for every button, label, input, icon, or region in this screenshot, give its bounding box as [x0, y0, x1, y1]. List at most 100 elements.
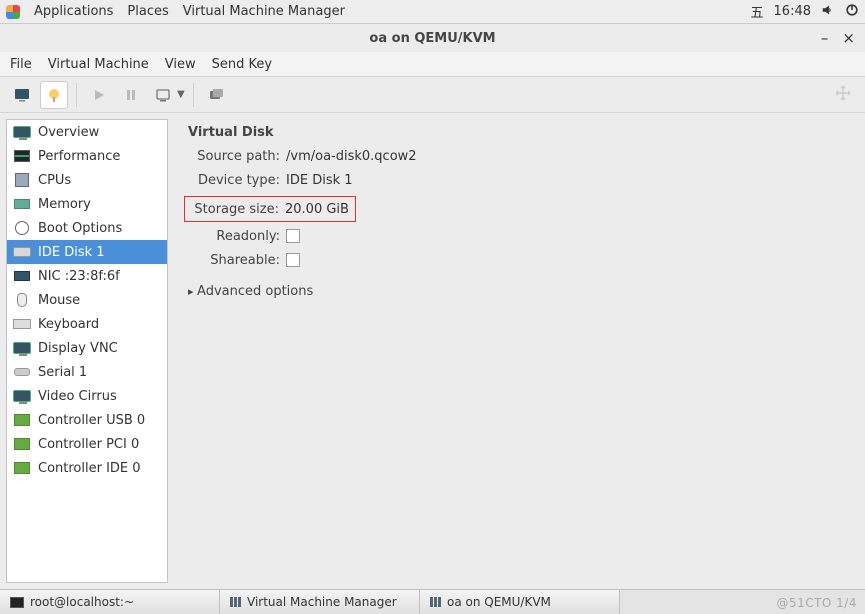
toolbar: ▼ [0, 77, 865, 113]
storage-size-highlight: Storage size: 20.00 GiB [184, 196, 356, 222]
activities-icon [6, 5, 20, 19]
sidebar-item-label: Controller PCI 0 [38, 437, 139, 452]
details-button[interactable] [40, 81, 68, 109]
device-type-value: IDE Disk 1 [286, 173, 353, 188]
sidebar-item-keyboard[interactable]: Keyboard [7, 312, 167, 336]
hardware-sidebar: Overview Performance CPUs Memory Boot Op… [6, 119, 168, 583]
taskbar-item-label: oa on QEMU/KVM [447, 595, 551, 609]
sidebar-item-label: Overview [38, 125, 99, 140]
window-titlebar: oa on QEMU/KVM – × [0, 24, 865, 52]
sidebar-item-controller-pci-0[interactable]: Controller PCI 0 [7, 432, 167, 456]
video-icon [13, 390, 31, 402]
taskbar-item-oa-window[interactable]: oa on QEMU/KVM [420, 590, 620, 614]
sidebar-item-label: IDE Disk 1 [38, 245, 105, 260]
readonly-checkbox[interactable] [286, 229, 300, 243]
shareable-checkbox[interactable] [286, 253, 300, 267]
close-button[interactable]: × [842, 29, 855, 47]
vmm-icon [230, 597, 241, 607]
gnome-topbar: Applications Places Virtual Machine Mana… [0, 0, 865, 24]
monitor-icon [13, 126, 31, 138]
taskbar-item-terminal[interactable]: root@localhost:~ [0, 590, 220, 614]
power-icon[interactable] [845, 3, 859, 21]
sidebar-item-display-vnc[interactable]: Display VNC [7, 336, 167, 360]
serial-icon [14, 368, 30, 376]
disk-icon [13, 247, 31, 257]
keyboard-icon [13, 319, 31, 329]
cpu-icon [15, 173, 29, 187]
menu-send-key[interactable]: Send Key [212, 57, 272, 72]
mouse-icon [17, 293, 27, 307]
menu-view[interactable]: View [165, 57, 196, 72]
taskbar: root@localhost:~ Virtual Machine Manager… [0, 589, 865, 614]
menubar: File Virtual Machine View Send Key [0, 52, 865, 77]
controller-icon [14, 438, 30, 450]
advanced-options-expander[interactable]: Advanced options [188, 284, 845, 299]
display-icon [13, 342, 31, 354]
volume-icon[interactable] [821, 3, 835, 21]
sidebar-item-label: Serial 1 [38, 365, 87, 380]
sidebar-item-label: Video Cirrus [38, 389, 117, 404]
sidebar-item-boot-options[interactable]: Boot Options [7, 216, 167, 240]
minimize-button[interactable]: – [821, 29, 829, 47]
sidebar-item-video-cirrus[interactable]: Video Cirrus [7, 384, 167, 408]
window-title: oa on QEMU/KVM [369, 31, 495, 46]
pause-button[interactable] [117, 81, 145, 109]
details-panel: Virtual Disk Source path: /vm/oa-disk0.q… [174, 119, 859, 583]
details-heading: Virtual Disk [188, 125, 845, 140]
sidebar-item-controller-ide-0[interactable]: Controller IDE 0 [7, 456, 167, 480]
taskbar-item-label: root@localhost:~ [30, 595, 134, 609]
sidebar-item-label: NIC :23:8f:6f [38, 269, 120, 284]
sidebar-item-label: Performance [38, 149, 120, 164]
boot-icon [15, 221, 29, 235]
sidebar-item-memory[interactable]: Memory [7, 192, 167, 216]
snapshot-button[interactable] [202, 81, 230, 109]
sidebar-item-label: Keyboard [38, 317, 99, 332]
sidebar-item-mouse[interactable]: Mouse [7, 288, 167, 312]
sidebar-item-performance[interactable]: Performance [7, 144, 167, 168]
content-area: Overview Performance CPUs Memory Boot Op… [0, 113, 865, 589]
menu-virtual-machine[interactable]: Virtual Machine [48, 57, 149, 72]
sidebar-item-label: Controller USB 0 [38, 413, 145, 428]
sidebar-item-serial-1[interactable]: Serial 1 [7, 360, 167, 384]
menu-file[interactable]: File [10, 57, 32, 72]
run-button[interactable] [85, 81, 113, 109]
shutdown-button[interactable] [149, 81, 177, 109]
sidebar-item-label: Memory [38, 197, 91, 212]
sidebar-item-label: Controller IDE 0 [38, 461, 141, 476]
sidebar-item-controller-usb-0[interactable]: Controller USB 0 [7, 408, 167, 432]
sidebar-item-label: Mouse [38, 293, 80, 308]
storage-size-value: 20.00 GiB [285, 202, 349, 217]
move-icon [833, 83, 853, 107]
watermark: @51CTO 1/4 [776, 596, 857, 610]
sidebar-item-label: Display VNC [38, 341, 118, 356]
shutdown-menu-arrow[interactable]: ▼ [177, 89, 185, 100]
performance-icon [14, 150, 30, 162]
device-type-label: Device type: [188, 173, 280, 188]
shareable-label: Shareable: [188, 253, 280, 268]
sidebar-item-cpus[interactable]: CPUs [7, 168, 167, 192]
places-menu[interactable]: Places [127, 4, 168, 19]
vmm-icon [430, 597, 441, 607]
taskbar-item-label: Virtual Machine Manager [247, 595, 397, 609]
sidebar-item-nic[interactable]: NIC :23:8f:6f [7, 264, 167, 288]
clock-day: 五 [751, 2, 764, 21]
readonly-label: Readonly: [188, 229, 280, 244]
controller-icon [14, 462, 30, 474]
taskbar-item-vmm[interactable]: Virtual Machine Manager [220, 590, 420, 614]
controller-icon [14, 414, 30, 426]
active-app-name[interactable]: Virtual Machine Manager [183, 4, 345, 19]
toolbar-separator [193, 83, 194, 107]
console-button[interactable] [8, 81, 36, 109]
sidebar-item-label: CPUs [38, 173, 71, 188]
source-path-value: /vm/oa-disk0.qcow2 [286, 149, 417, 164]
storage-size-label: Storage size: [187, 202, 279, 217]
nic-icon [14, 271, 30, 281]
sidebar-item-ide-disk-1[interactable]: IDE Disk 1 [7, 240, 167, 264]
sidebar-item-label: Boot Options [38, 221, 122, 236]
sidebar-item-overview[interactable]: Overview [7, 120, 167, 144]
source-path-label: Source path: [188, 149, 280, 164]
toolbar-separator [76, 83, 77, 107]
advanced-options-label: Advanced options [197, 284, 313, 299]
applications-menu[interactable]: Applications [34, 4, 113, 19]
memory-icon [14, 199, 30, 209]
